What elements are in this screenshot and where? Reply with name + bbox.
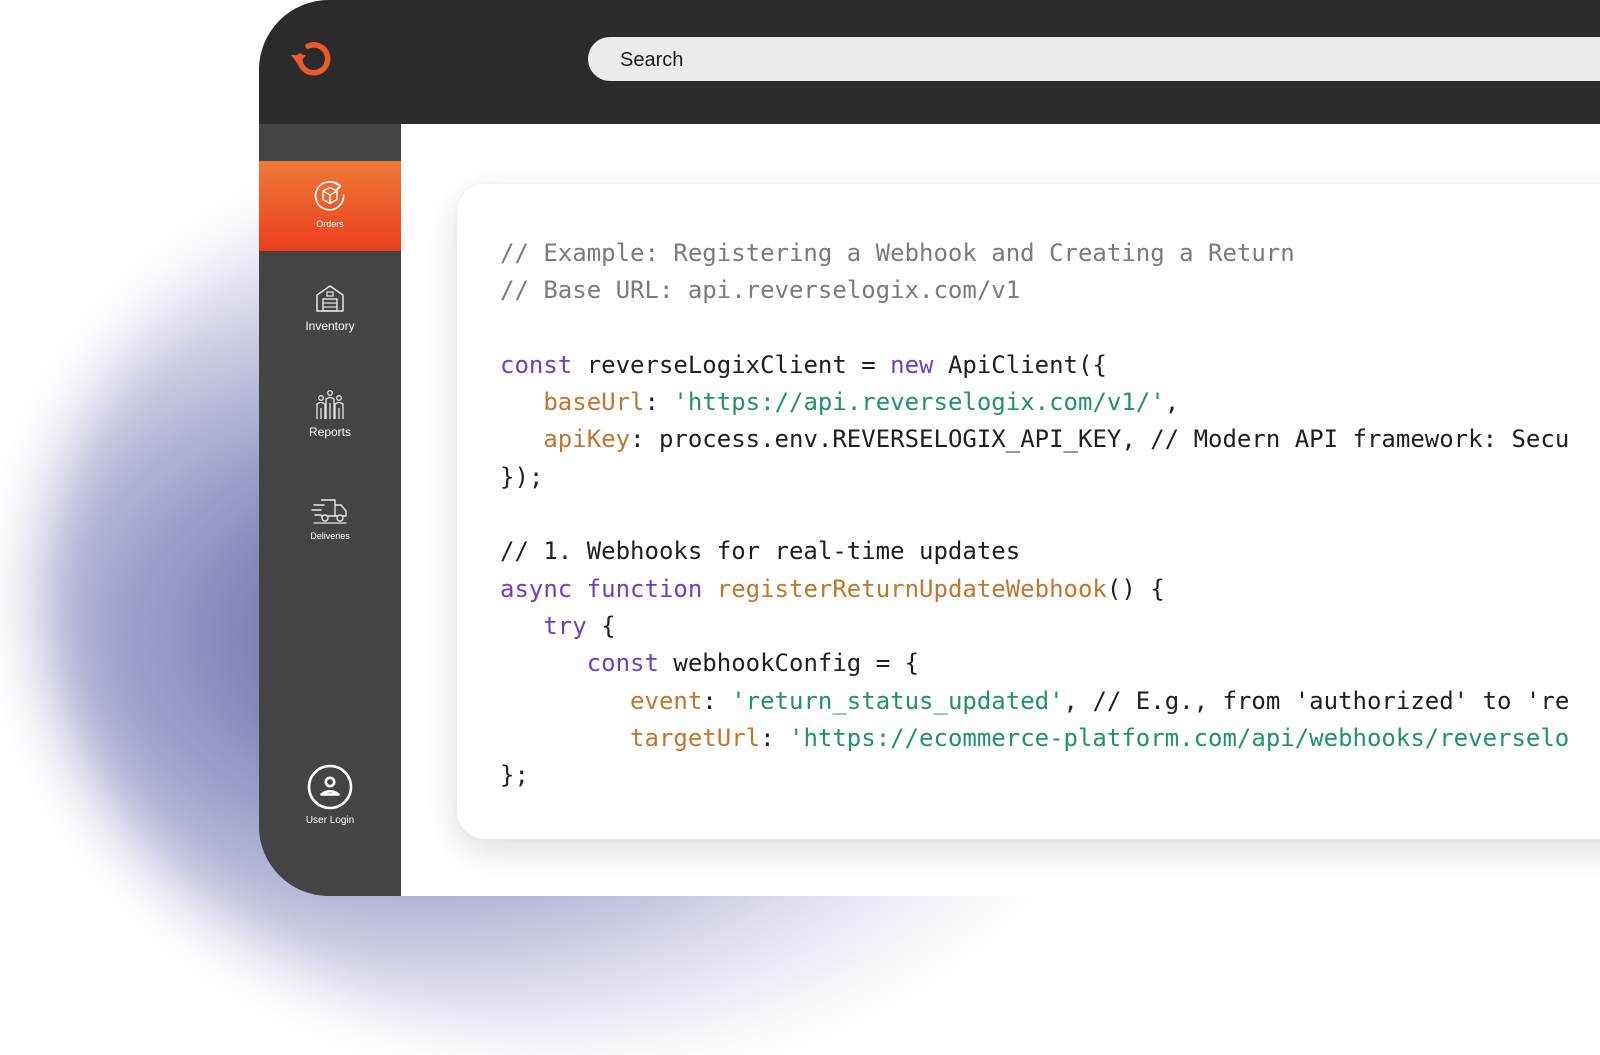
code-text: :	[644, 388, 674, 417]
code-text: : process.env.REVERSELOGIX_API_KEY, // M…	[630, 425, 1570, 454]
code-keyword: function	[586, 574, 703, 603]
code-string: 'https://ecommerce-platform.com/api/webh…	[789, 723, 1570, 752]
code-line-4: const reverseLogixClient = new ApiClient…	[500, 347, 1569, 384]
warehouse-icon	[316, 285, 344, 312]
code-line-14: targetUrl: 'https://ecommerce-platform.c…	[500, 720, 1569, 757]
sidebar: Orders Inventory Reports Deliveries User…	[259, 124, 401, 896]
main-content: // Example: Registering a Webhook and Cr…	[401, 124, 1600, 896]
sidebar-item-deliveries[interactable]: Deliveries	[259, 492, 401, 552]
user-login-button[interactable]: User Login	[259, 764, 401, 836]
code-line-1: // Example: Registering a Webhook and Cr…	[500, 239, 1295, 267]
code-text: ,	[1164, 388, 1180, 417]
delivery-truck-icon	[311, 499, 347, 524]
code-keyword: const	[500, 350, 573, 379]
code-line-2: // Base URL: api.reverselogix.com/v1	[500, 276, 1021, 305]
top-bar	[259, 0, 1600, 124]
people-chart-icon	[316, 390, 344, 419]
sidebar-item-label: Reports	[308, 425, 352, 439]
code-line-9: // 1. Webhooks for real-time updates	[500, 537, 1021, 566]
code-line-7: });	[500, 462, 544, 491]
code-keyword: try	[543, 611, 587, 640]
search-bar[interactable]	[588, 37, 1600, 83]
code-text: :	[702, 686, 732, 715]
code-property: targetUrl	[630, 723, 761, 752]
code-text: {	[586, 611, 616, 640]
code-string: 'return_status_updated'	[731, 686, 1064, 715]
code-keyword: async	[500, 574, 573, 603]
code-line-6: apiKey: process.env.REVERSELOGIX_API_KEY…	[500, 421, 1569, 458]
box-return-icon	[314, 181, 345, 211]
code-text: reverseLogixClient =	[572, 350, 891, 379]
sidebar-item-reports[interactable]: Reports	[259, 386, 401, 448]
code-line-13: event: 'return_status_updated', // E.g.,…	[500, 683, 1569, 720]
code-property: apiKey	[543, 425, 631, 454]
code-line-15: };	[500, 761, 529, 790]
code-line-11: try {	[500, 608, 1569, 645]
code-text: () {	[1106, 574, 1165, 603]
code-function-name: registerReturnUpdateWebhook	[716, 574, 1107, 603]
user-icon	[307, 764, 353, 810]
sidebar-item-label: Inventory	[305, 319, 355, 333]
code-string: 'https://api.reverselogix.com/v1/'	[673, 388, 1165, 417]
code-block: // Example: Registering a Webhook and Cr…	[500, 235, 1569, 794]
search-input[interactable]	[618, 37, 1522, 83]
code-keyword: const	[586, 649, 659, 678]
code-text: webhookConfig = {	[658, 649, 920, 678]
code-line-12: const webhookConfig = {	[500, 645, 1569, 682]
code-text: , // E.g., from 'authorized' to 're	[1063, 686, 1570, 715]
app-window: Orders Inventory Reports	[259, 0, 1600, 896]
code-card: // Example: Registering a Webhook and Cr…	[457, 184, 1600, 839]
code-property: baseUrl	[543, 388, 645, 417]
sidebar-item-label: Deliveries	[310, 531, 350, 541]
code-text: ApiClient({	[933, 350, 1107, 379]
sidebar-item-label: Orders	[316, 219, 344, 229]
sidebar-item-orders[interactable]: Orders	[259, 161, 401, 251]
sidebar-item-inventory[interactable]: Inventory	[259, 282, 401, 344]
code-text: :	[760, 723, 789, 752]
code-line-5: baseUrl: 'https://api.reverselogix.com/v…	[500, 384, 1569, 421]
user-login-label: User Login	[305, 815, 355, 826]
logo-icon[interactable]	[289, 36, 337, 80]
code-property: event	[630, 686, 703, 715]
code-line-10: async function registerReturnUpdateWebho…	[500, 571, 1569, 608]
code-keyword: new	[890, 350, 934, 379]
